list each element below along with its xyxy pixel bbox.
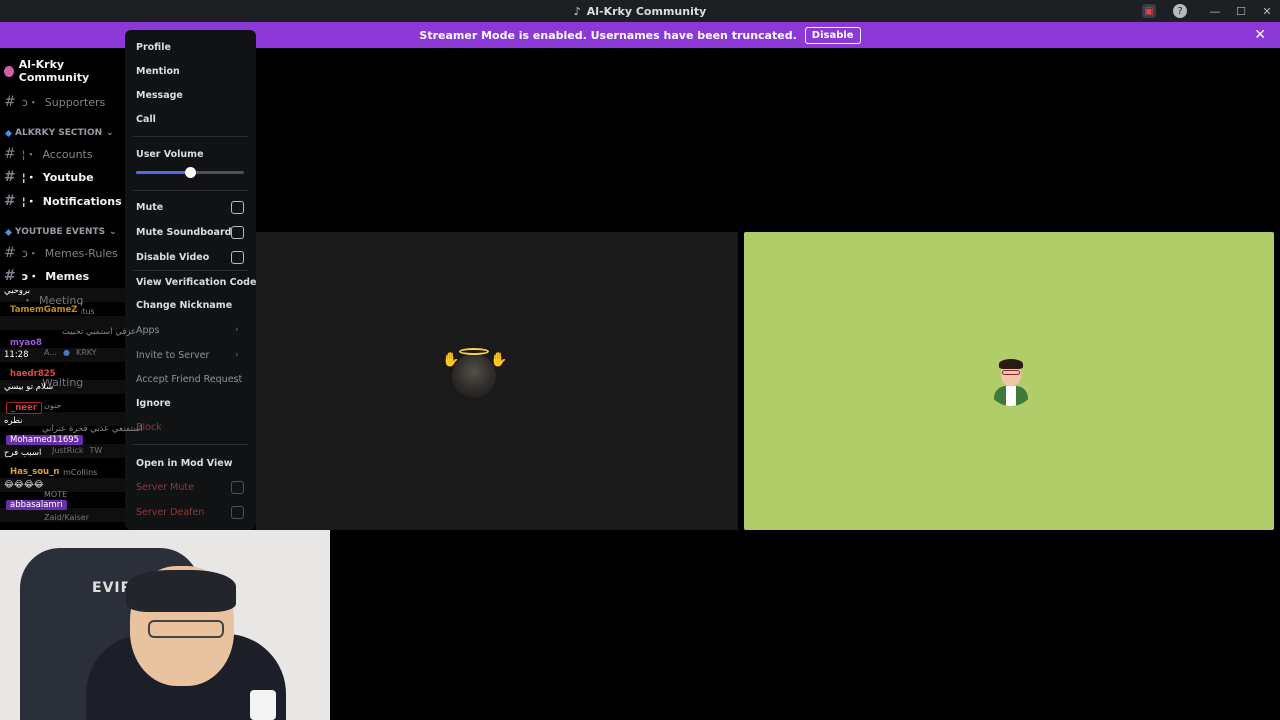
menu-divider: [133, 444, 248, 445]
streamer-webcam: EVIRO: [0, 530, 330, 720]
chat-name-badge: myao8: [6, 338, 46, 348]
chat-username: haedr825: [6, 369, 60, 379]
discord-logo-icon: ♪: [573, 4, 581, 18]
menu-divider: [133, 270, 248, 271]
menu-call[interactable]: Call: [136, 114, 156, 125]
disable-streamer-mode-button[interactable]: Disable: [804, 26, 861, 44]
user-context-menu: Profile Mention Message Call User Volume…: [125, 30, 256, 530]
menu-user-volume-label: User Volume: [136, 149, 204, 160]
wing-left-icon: ✋: [442, 352, 460, 368]
menu-server-mute[interactable]: Server Mute: [136, 482, 194, 493]
channel-memes-rules[interactable]: # ↄ・ Memes-Rules: [4, 245, 118, 261]
menu-view-verification-code[interactable]: View Verification Code: [136, 277, 256, 288]
menu-disable-video[interactable]: Disable Video: [136, 252, 209, 263]
channel-supporters[interactable]: # ↄ・ Supporters: [4, 94, 105, 110]
bandana: [126, 570, 236, 612]
help-icon[interactable]: ?: [1173, 4, 1187, 18]
menu-divider: [133, 136, 248, 137]
chevron-down-icon: ⌄: [109, 227, 117, 237]
chat-message: نطره: [4, 416, 23, 426]
user-volume-slider[interactable]: [136, 167, 244, 178]
hash-icon: #: [4, 193, 16, 209]
chat-username: _neer: [6, 402, 43, 414]
channel-notifications[interactable]: # ¦・ Notifications: [4, 193, 122, 209]
chevron-right-icon: ›: [235, 325, 239, 335]
category-alkrky-section[interactable]: ALKRKY SECTION ⌄: [4, 128, 114, 138]
menu-accept-friend-request[interactable]: Accept Friend Request: [136, 374, 242, 385]
server-icon: [4, 65, 14, 77]
chat-username: Has_sou_n: [6, 467, 64, 477]
diamond-icon: [4, 129, 13, 137]
hash-icon: #: [4, 94, 16, 110]
glasses-icon: [148, 620, 224, 638]
chat-name-badge: _neer: [6, 402, 43, 414]
menu-change-nickname[interactable]: Change Nickname: [136, 300, 232, 311]
hash-icon: #: [4, 268, 16, 284]
menu-ignore[interactable]: Ignore: [136, 398, 171, 409]
menu-profile[interactable]: Profile: [136, 42, 171, 53]
screen-share-icon[interactable]: ▣: [1142, 4, 1156, 18]
chat-message: استمتعي عذبي فخرة عتراني: [42, 424, 143, 434]
user-avatar-right[interactable]: [986, 356, 1036, 406]
chat-name-badge: TamemGameZ: [6, 305, 82, 315]
title-bar: ♪ Al-Krky Community ▣ ? — ☐ ✕: [0, 0, 1280, 22]
chat-username: Mohamed11695: [6, 435, 84, 445]
channel-youtube[interactable]: # ¦・ Youtube: [4, 169, 94, 185]
diamond-icon: [4, 228, 13, 236]
server-mute-checkbox[interactable]: [231, 481, 244, 494]
chat-message: سلام تو بيسي: [4, 382, 54, 392]
menu-server-deafen[interactable]: Server Deafen: [136, 507, 204, 518]
server-deafen-checkbox[interactable]: [231, 506, 244, 519]
menu-mute[interactable]: Mute: [136, 202, 163, 213]
server-header[interactable]: Al-Krky Community: [4, 58, 125, 84]
menu-mute-soundboard[interactable]: Mute Soundboard: [136, 227, 231, 238]
chat-username: abbasalamri: [6, 500, 67, 510]
window-title: ♪ Al-Krky Community: [573, 4, 707, 18]
chevron-right-icon: ›: [235, 350, 239, 360]
channel-memes[interactable]: # ↄ・ Memes: [4, 268, 89, 284]
chat-name-badge: Has_sou_n: [6, 467, 64, 477]
chat-name-badge: abbasalamri: [6, 500, 67, 510]
chat-message: عزفي استمبي تحبيت: [62, 327, 137, 337]
halo-decoration: [459, 348, 489, 355]
volume-knob[interactable]: [185, 167, 196, 178]
cup: [250, 690, 276, 720]
menu-apps[interactable]: Apps: [136, 325, 160, 336]
chat-message: بروحبي: [4, 286, 31, 296]
mute-checkbox[interactable]: [231, 201, 244, 214]
volume-fill: [136, 171, 190, 174]
voice-member[interactable]: جنون: [44, 401, 61, 410]
disable-video-checkbox[interactable]: [231, 251, 244, 264]
chat-message: 😂😂😂😂: [4, 480, 44, 490]
chat-message: 11:28: [4, 350, 29, 360]
video-tile-left[interactable]: [256, 232, 738, 530]
minimize-button[interactable]: —: [1202, 0, 1228, 22]
banner-text: Streamer Mode is enabled. Usernames have…: [419, 28, 797, 42]
chat-username: myao8: [6, 338, 46, 348]
close-banner-icon[interactable]: ✕: [1254, 27, 1266, 43]
chat-name-badge: haedr825: [6, 369, 60, 379]
mute-soundboard-checkbox[interactable]: [231, 226, 244, 239]
maximize-button[interactable]: ☐: [1228, 0, 1254, 22]
hash-icon: #: [4, 146, 16, 162]
chat-username: TamemGameZ: [6, 305, 82, 315]
wing-right-icon: ✋: [490, 352, 508, 368]
chat-name-badge: Mohamed11695: [6, 435, 84, 445]
menu-mention[interactable]: Mention: [136, 66, 180, 77]
hash-icon: #: [4, 245, 16, 261]
menu-divider: [133, 190, 248, 191]
chevron-down-icon: ⌄: [106, 128, 114, 138]
menu-message[interactable]: Message: [136, 90, 183, 101]
menu-open-in-mod-view[interactable]: Open in Mod View: [136, 458, 232, 469]
chat-message: اسبب فرح: [4, 448, 42, 458]
channel-accounts[interactable]: # ¦・ Accounts: [4, 146, 93, 162]
hash-icon: #: [4, 169, 16, 185]
category-youtube-events[interactable]: YOUTUBE EVENTS ⌄: [4, 227, 117, 237]
close-window-button[interactable]: ✕: [1254, 0, 1280, 22]
menu-invite-to-server[interactable]: Invite to Server: [136, 350, 209, 361]
